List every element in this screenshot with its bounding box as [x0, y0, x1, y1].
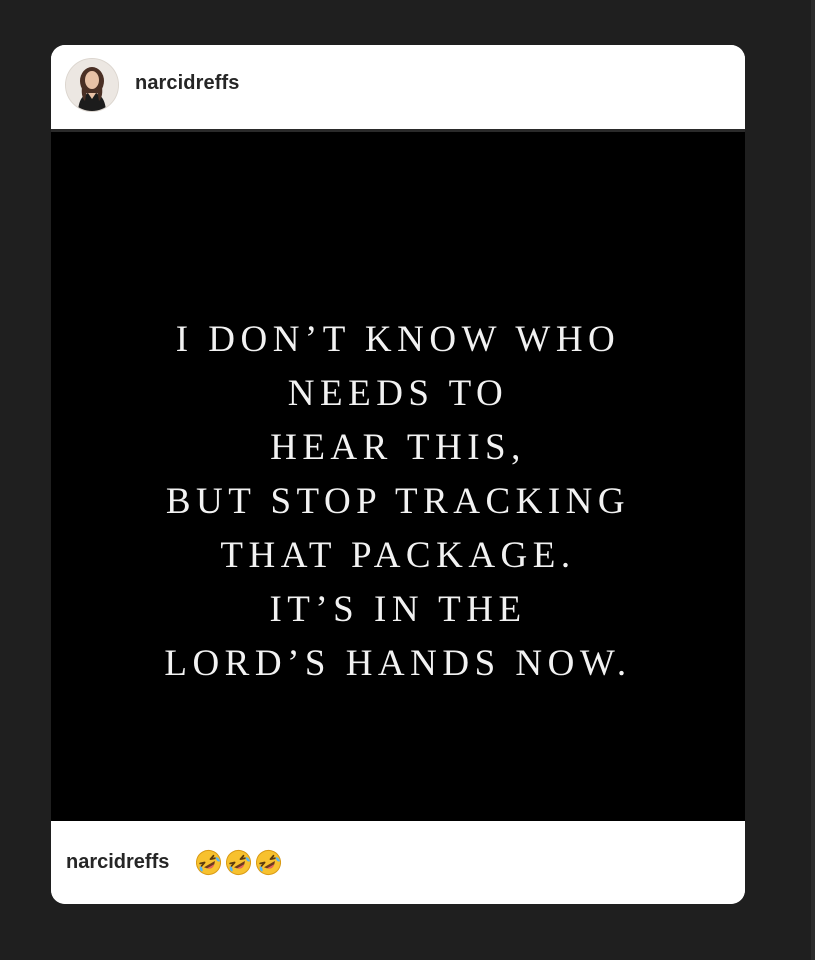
avatar[interactable]: [66, 59, 118, 111]
quote-text: I DON’T KNOW WHO NEEDS TO HEAR THIS, BUT…: [51, 313, 745, 691]
post-card: narcidreffs I DON’T KNOW WHO NEEDS TO HE…: [51, 45, 745, 904]
quote-line-4: BUT STOP TRACKING: [165, 481, 631, 522]
quote-line-5: THAT PACKAGE.: [220, 535, 576, 576]
profile-photo-icon: [66, 59, 118, 111]
quote-line-6: IT’S IN THE: [269, 589, 527, 630]
rolling-laughing-emoji-icon: [225, 849, 252, 876]
post-image: I DON’T KNOW WHO NEEDS TO HEAR THIS, BUT…: [51, 132, 745, 821]
window-edge: [811, 0, 815, 960]
rolling-laughing-emoji-icon: [255, 849, 282, 876]
post-header: narcidreffs: [51, 45, 745, 129]
caption-username[interactable]: narcidreffs: [66, 851, 169, 874]
rolling-laughing-emoji-icon: [195, 849, 222, 876]
quote-line-7: LORD’S HANDS NOW.: [164, 643, 632, 684]
header-username[interactable]: narcidreffs: [135, 72, 239, 95]
quote-line-1: I DON’T KNOW WHO: [175, 319, 621, 360]
quote-line-3: HEAR THIS,: [270, 427, 526, 468]
post-caption: narcidreffs: [51, 821, 745, 904]
quote-line-2: NEEDS TO: [287, 373, 509, 414]
